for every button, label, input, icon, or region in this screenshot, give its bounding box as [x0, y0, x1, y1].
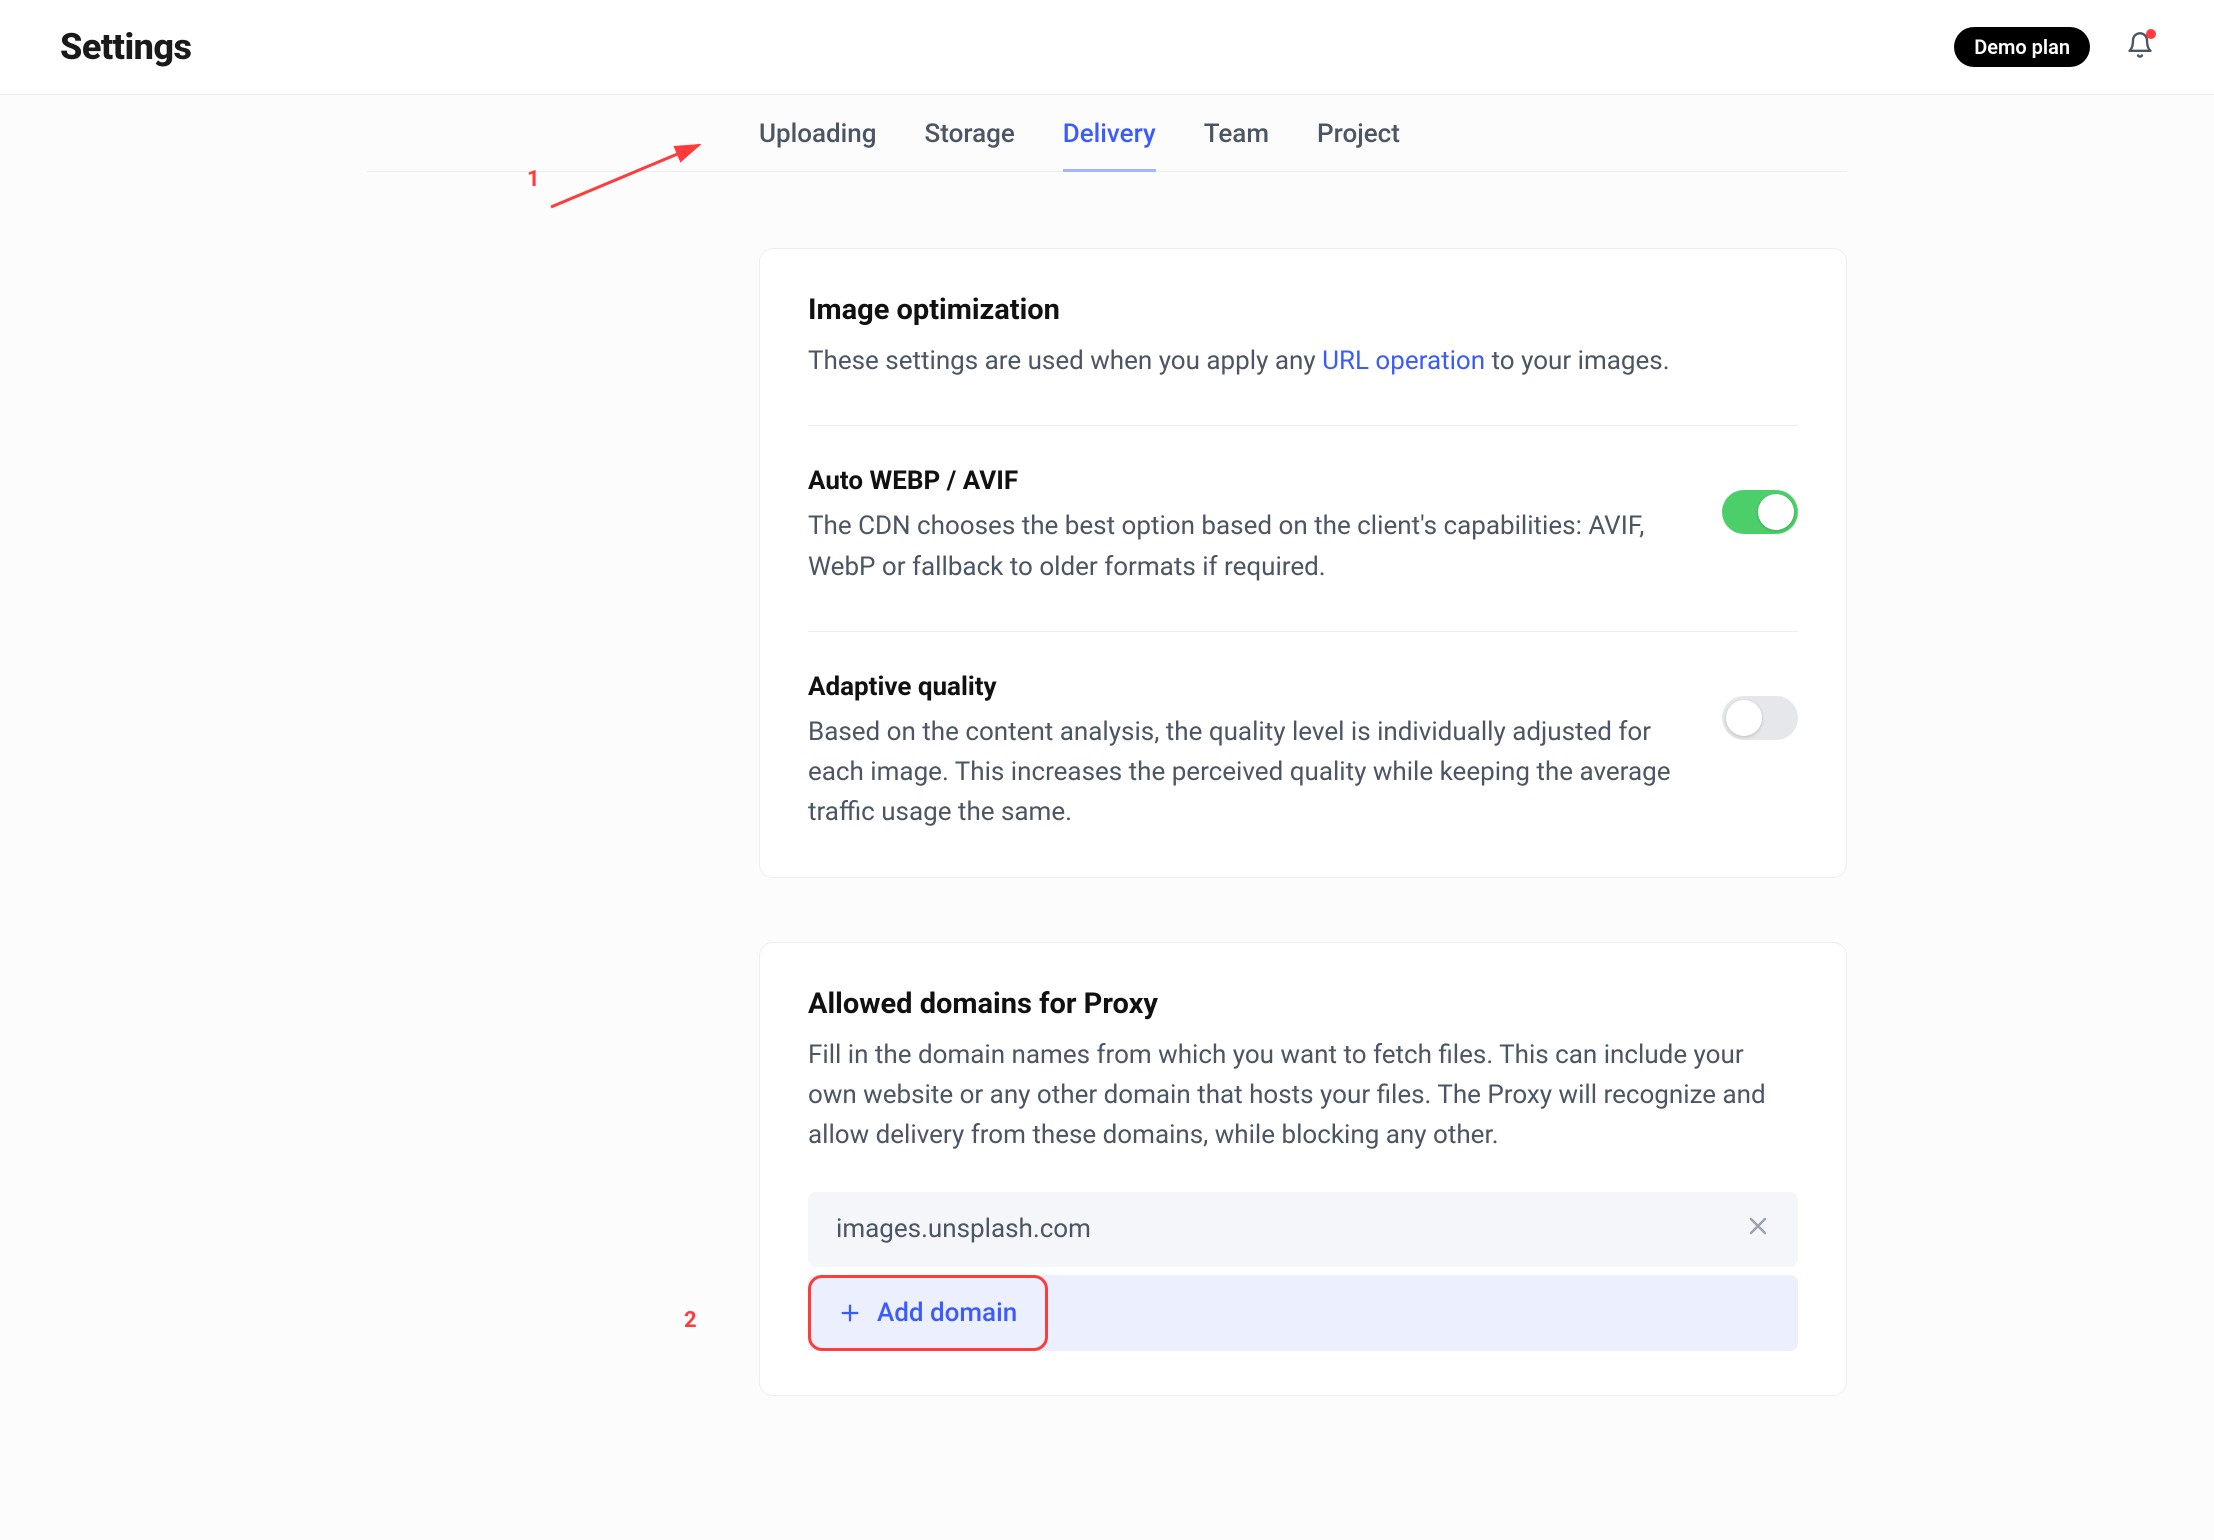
settings-tabs: Uploading Storage Delivery Team Project … [367, 95, 1847, 172]
proxy-domains-desc: Fill in the domain names from which you … [808, 1035, 1798, 1156]
divider [808, 631, 1798, 632]
auto-webp-setting: Auto WEBP / AVIF The CDN chooses the bes… [808, 466, 1798, 587]
adaptive-quality-desc: Based on the content analysis, the quali… [808, 712, 1682, 833]
adaptive-quality-setting: Adaptive quality Based on the content an… [808, 672, 1798, 833]
auto-webp-toggle[interactable] [1722, 490, 1798, 534]
page-header: Settings Demo plan [0, 0, 2214, 95]
tab-storage[interactable]: Storage [925, 119, 1015, 171]
tab-team[interactable]: Team [1204, 119, 1269, 171]
annotation-marker-2: 2 [684, 1308, 697, 1333]
tab-delivery[interactable]: Delivery [1063, 119, 1156, 172]
divider [808, 425, 1798, 426]
auto-webp-title: Auto WEBP / AVIF [808, 466, 1682, 496]
page-title: Settings [60, 26, 192, 68]
notification-dot-icon [2146, 29, 2156, 39]
proxy-domains-title: Allowed domains for Proxy [808, 987, 1798, 1021]
add-domain-row: Add domain [808, 1275, 1798, 1351]
url-operation-link[interactable]: URL operation [1322, 346, 1485, 376]
add-domain-label: Add domain [877, 1298, 1017, 1328]
tab-project[interactable]: Project [1317, 119, 1400, 171]
proxy-domains-card: Allowed domains for Proxy Fill in the do… [759, 942, 1847, 1396]
adaptive-quality-title: Adaptive quality [808, 672, 1682, 702]
plan-badge[interactable]: Demo plan [1954, 27, 2090, 67]
adaptive-quality-toggle[interactable] [1722, 696, 1798, 740]
image-optimization-desc: These settings are used when you apply a… [808, 341, 1798, 381]
remove-domain-button[interactable] [1746, 1214, 1770, 1245]
annotation-marker-1: 1 [527, 167, 540, 192]
auto-webp-desc: The CDN chooses the best option based on… [808, 506, 1682, 587]
proxy-domain-row: images.unsplash.com [808, 1192, 1798, 1267]
image-optimization-card: Image optimization These settings are us… [759, 248, 1847, 878]
annotation-arrow-icon [543, 137, 723, 217]
image-optimization-title: Image optimization [808, 293, 1798, 327]
tab-uploading[interactable]: Uploading [759, 119, 877, 171]
plus-icon [839, 1302, 861, 1324]
add-domain-button[interactable]: Add domain [808, 1275, 1048, 1351]
close-icon [1746, 1214, 1770, 1238]
proxy-domain-value: images.unsplash.com [836, 1214, 1091, 1244]
notifications-button[interactable] [2126, 31, 2154, 63]
